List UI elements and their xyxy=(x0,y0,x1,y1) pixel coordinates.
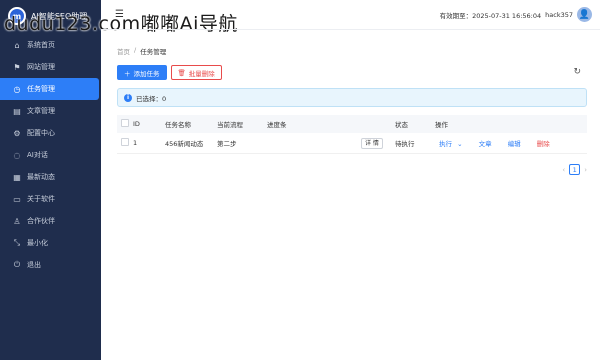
execute-label: 执行 xyxy=(439,139,452,148)
minimize-icon: ⤡ xyxy=(13,238,21,247)
detail-button[interactable]: 详 情 xyxy=(361,138,383,150)
exit-icon: ⏻ xyxy=(13,260,21,269)
sidebar-item-label: 网站管理 xyxy=(27,63,55,71)
sidebar-item-6[interactable]: ▦ 最新动态 xyxy=(0,166,101,188)
breadcrumb: 首页 / 任务管理 xyxy=(117,46,587,56)
breadcrumb-current: 任务管理 xyxy=(140,48,167,56)
sidebar-item-label: 文章管理 xyxy=(27,107,55,115)
app-title: AI智能SEO助理 xyxy=(31,11,88,21)
select-all-checkbox[interactable] xyxy=(121,119,129,127)
cell-flow: 第二步 xyxy=(217,139,237,148)
app-logo: m xyxy=(8,7,26,25)
expiry-text: 有效期至：2025-07-31 16:56:04 xyxy=(439,11,542,20)
edit-link[interactable]: 编辑 xyxy=(508,140,521,148)
cell-actions: 执行 ⌄ 文章 编辑 删除 xyxy=(435,133,587,153)
plus-icon: ＋ xyxy=(124,70,131,78)
add-task-button[interactable]: ＋ 添加任务 xyxy=(117,65,167,80)
selection-alert: i 已选择：0 xyxy=(117,88,587,107)
monitor-icon: ▭ xyxy=(13,194,21,204)
execute-dropdown[interactable]: 执行 ⌄ xyxy=(439,140,465,148)
sidebar-item-9[interactable]: ⤡ 最小化 xyxy=(0,232,101,254)
sidebar-item-label: 关于软件 xyxy=(27,195,55,203)
sidebar-item-4[interactable]: ⚙ 配置中心 xyxy=(0,122,101,144)
col-actions: 操作 xyxy=(435,121,448,129)
col-progress: 进度条 xyxy=(267,121,287,129)
next-page-icon[interactable]: › xyxy=(584,166,587,174)
breadcrumb-home[interactable]: 首页 xyxy=(117,46,130,56)
avatar[interactable]: 👤 xyxy=(577,7,592,22)
sidebar-item-label: 退出 xyxy=(27,261,41,269)
top-header: ☰ 有效期至：2025-07-31 16:56:04 hack357 👤 xyxy=(101,0,600,30)
sidebar-item-label: 任务管理 xyxy=(27,85,55,93)
header-user-area: 有效期至：2025-07-31 16:56:04 hack357 👤 xyxy=(440,7,592,22)
sidebar-item-10[interactable]: ⏻ 退出 xyxy=(0,254,101,276)
table-header-row: ID 任务名称 当前流程 进度条 状态 操作 xyxy=(117,115,587,133)
flag-icon: ⚑ xyxy=(13,62,21,72)
cell-progress xyxy=(267,133,361,153)
chat-icon: ◌ xyxy=(13,150,21,160)
sidebar-item-1[interactable]: ⚑ 网站管理 xyxy=(0,56,101,78)
clock-icon: ◷ xyxy=(13,84,21,94)
pagination: ‹ 1 › xyxy=(562,164,587,175)
selection-count: 已选择：0 xyxy=(136,94,167,103)
table-row: 1 456新闻动态 第二步 详 情 待执行 执行 ⌄ 文章 编辑 删除 xyxy=(117,133,587,153)
row-checkbox[interactable] xyxy=(121,137,129,146)
sidebar-item-label: 最新动态 xyxy=(27,173,55,181)
trash-icon: 🗑 xyxy=(177,69,186,77)
breadcrumb-separator: / xyxy=(134,46,137,54)
brand: m AI智能SEO助理 xyxy=(0,0,101,32)
menu-toggle-icon[interactable]: ☰ xyxy=(115,9,124,20)
cell-name: 456新闻动态 xyxy=(165,139,204,148)
sidebar-item-label: 最小化 xyxy=(27,239,48,247)
partner-icon: ♙ xyxy=(13,216,21,226)
col-flow: 当前流程 xyxy=(217,121,243,129)
refresh-icon[interactable]: ↻ xyxy=(573,67,581,77)
cell-status: 待执行 xyxy=(395,139,415,148)
username[interactable]: hack357 xyxy=(545,11,573,19)
news-icon: ▦ xyxy=(13,172,21,182)
sidebar-item-8[interactable]: ♙ 合作伙伴 xyxy=(0,210,101,232)
batch-delete-button[interactable]: 🗑 批量删除 xyxy=(170,65,222,80)
cell-id: 1 xyxy=(133,138,138,147)
sidebar-item-label: 系统首页 xyxy=(27,41,55,49)
sidebar-item-0[interactable]: ⌂ 系统首页 xyxy=(0,34,101,56)
chevron-down-icon: ⌄ xyxy=(457,139,463,148)
sidebar-item-label: AI对话 xyxy=(27,151,48,159)
sidebar: m AI智能SEO助理 ⌂ 系统首页 ⚑ 网站管理 ◷ 任务管理 ▤ 文章管理 ⚙ 配置中心 ◌ AI… xyxy=(0,0,101,360)
gear-icon: ⚙ xyxy=(13,128,21,138)
article-link[interactable]: 文章 xyxy=(479,140,492,148)
toolbar: ＋ 添加任务 🗑 批量删除 ↻ xyxy=(117,65,587,80)
batch-delete-label: 批量删除 xyxy=(188,70,215,78)
sidebar-item-label: 合作伙伴 xyxy=(27,217,55,225)
document-icon: ▤ xyxy=(13,106,21,116)
task-table: ID 任务名称 当前流程 进度条 状态 操作 1 456新闻动态 第二步 详 情… xyxy=(117,115,587,154)
col-status: 状态 xyxy=(395,121,408,129)
sidebar-item-5[interactable]: ◌ AI对话 xyxy=(0,144,101,166)
page-number[interactable]: 1 xyxy=(569,164,581,175)
col-name: 任务名称 xyxy=(165,121,191,129)
main-content: 首页 / 任务管理 ＋ 添加任务 🗑 批量删除 ↻ i 已选择：0 ID 任务名… xyxy=(101,30,600,360)
sidebar-item-3[interactable]: ▤ 文章管理 xyxy=(0,100,101,122)
sidebar-item-2[interactable]: ◷ 任务管理 xyxy=(0,78,99,100)
add-task-label: 添加任务 xyxy=(133,70,160,78)
sidebar-nav: ⌂ 系统首页 ⚑ 网站管理 ◷ 任务管理 ▤ 文章管理 ⚙ 配置中心 ◌ AI对话 ▦ 最新动态 ▭ 关于软件… xyxy=(0,34,101,276)
home-icon: ⌂ xyxy=(14,40,20,50)
info-icon: i xyxy=(124,93,132,102)
user-icon: 👤 xyxy=(578,9,591,20)
delete-link[interactable]: 删除 xyxy=(537,140,550,148)
sidebar-item-7[interactable]: ▭ 关于软件 xyxy=(0,188,101,210)
prev-page-icon[interactable]: ‹ xyxy=(562,166,565,174)
sidebar-item-label: 配置中心 xyxy=(27,129,55,137)
col-id: ID xyxy=(133,120,140,128)
